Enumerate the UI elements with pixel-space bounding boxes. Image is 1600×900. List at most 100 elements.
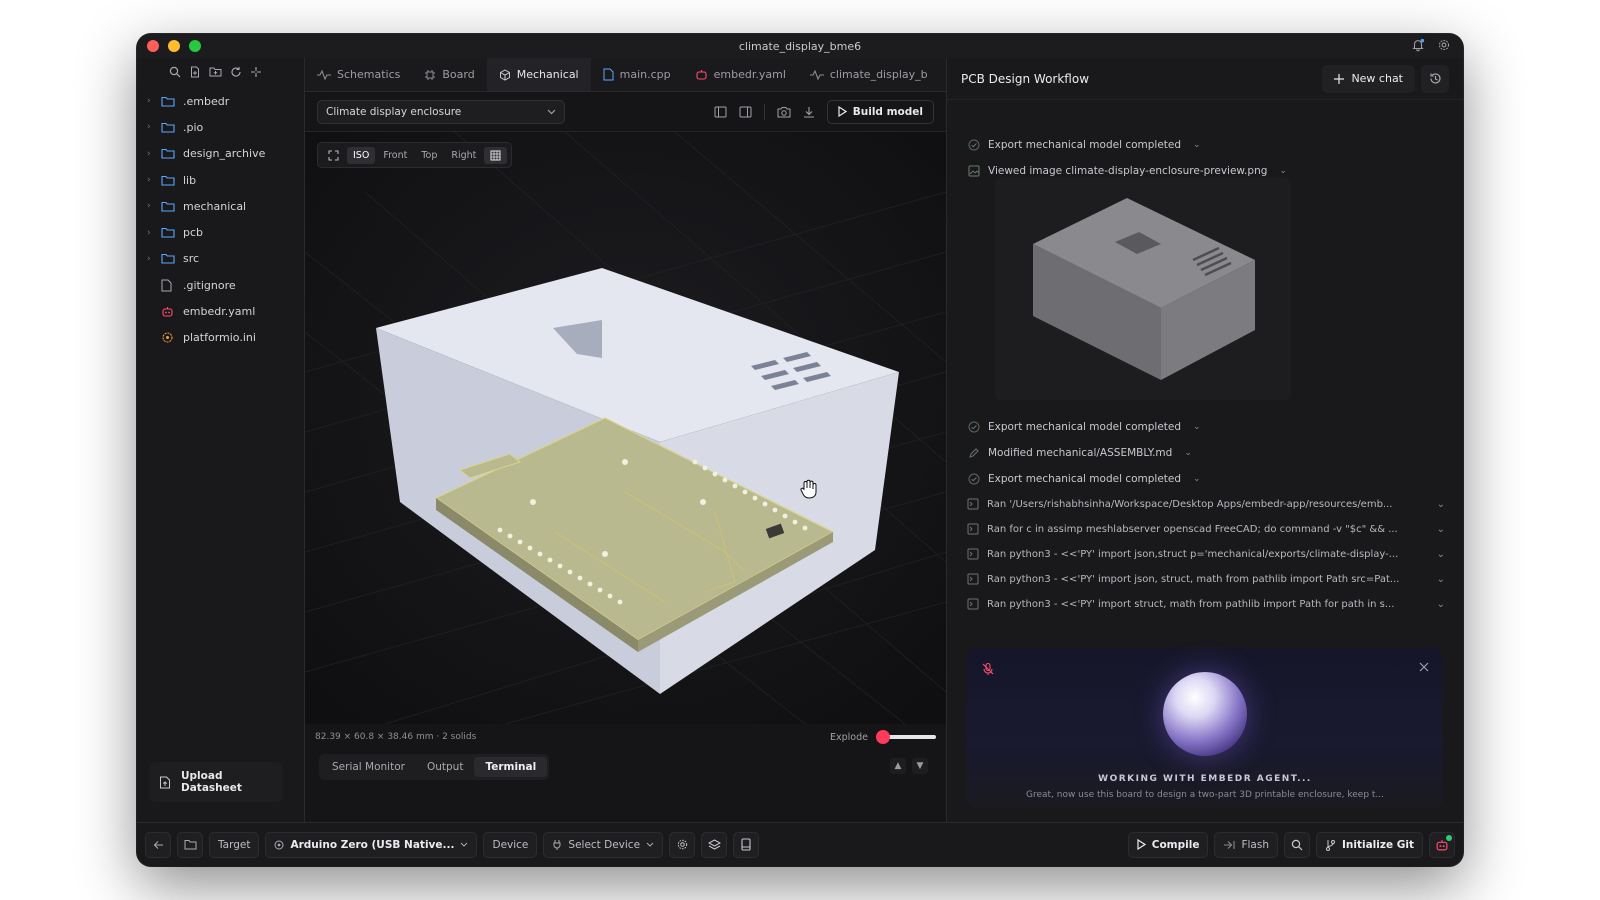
folder-lib[interactable]: › lib [137, 167, 304, 193]
history-icon[interactable] [1421, 64, 1449, 93]
tab-climate-display[interactable]: climate_display_b [798, 58, 940, 91]
tab-main-cpp[interactable]: main.cpp [591, 58, 683, 91]
device-select[interactable]: Select Device [543, 831, 664, 858]
close-window-button[interactable] [147, 40, 159, 52]
3d-viewport[interactable]: ISO Front Top Right [305, 132, 946, 724]
folder-mechanical[interactable]: › mechanical [137, 193, 304, 219]
tab-label: Schematics [337, 68, 401, 81]
activity-item[interactable]: Export mechanical model completed ⌄ [947, 138, 1201, 151]
tab-output[interactable]: Output [416, 757, 474, 777]
download-icon[interactable] [803, 106, 815, 118]
new-file-icon[interactable] [189, 66, 201, 78]
agent-orb [1163, 672, 1247, 756]
plus-icon [1334, 73, 1345, 84]
minimize-window-button[interactable] [168, 40, 180, 52]
panel-left-icon[interactable] [714, 106, 727, 118]
zoom-window-button[interactable] [189, 40, 201, 52]
refresh-icon[interactable] [230, 66, 242, 78]
close-icon[interactable] [1419, 662, 1429, 672]
embedr-robot-icon [695, 68, 708, 81]
device-tablet-icon[interactable] [733, 831, 760, 858]
chevron-up-icon[interactable]: ▲ [890, 758, 906, 774]
view-top-button[interactable]: Top [415, 147, 443, 164]
settings-gear-icon[interactable] [669, 831, 696, 858]
activity-item[interactable]: Export mechanical model completed ⌄ [947, 420, 1201, 433]
target-value: Arduino Zero (USB Native... [290, 838, 455, 851]
pencil-icon [967, 446, 980, 459]
folder-design-archive[interactable]: › design_archive [137, 141, 304, 167]
compile-button[interactable]: Compile [1127, 831, 1209, 858]
initialize-git-button[interactable]: Initialize Git [1315, 831, 1423, 858]
chevron-down-icon: ⌄ [1436, 598, 1445, 610]
back-arrow-icon[interactable] [145, 831, 171, 858]
activity-item[interactable]: Viewed image climate-display-enclosure-p… [947, 164, 1287, 177]
terminal-icon [967, 548, 979, 560]
chevron-right-icon: › [147, 175, 151, 186]
tab-label: embedr.yaml [713, 68, 786, 81]
embedr-robot-icon[interactable] [1429, 831, 1455, 858]
flash-button[interactable]: Flash [1214, 831, 1278, 858]
command-item[interactable]: Ran '/Users/rishabhsinha/Workspace/Deskt… [967, 498, 1445, 510]
file-platformio-ini[interactable]: platformio.ini [137, 325, 304, 351]
target-select[interactable]: Arduino Zero (USB Native... [265, 831, 478, 858]
activity-item[interactable]: Export mechanical model completed ⌄ [947, 472, 1201, 485]
explode-slider[interactable] [876, 730, 936, 744]
chevron-right-icon: › [147, 253, 151, 264]
file-gitignore[interactable]: .gitignore [137, 272, 304, 298]
gear-icon[interactable] [1437, 38, 1451, 52]
command-item[interactable]: Ran python3 - <<'PY' import json,struct … [967, 548, 1445, 560]
search-icon[interactable] [169, 66, 181, 78]
tree-item-label: platformio.ini [183, 331, 256, 345]
microphone-muted-icon[interactable] [981, 662, 995, 676]
folder-pcb[interactable]: › pcb [137, 219, 304, 245]
tab-serial-monitor[interactable]: Serial Monitor [321, 757, 416, 777]
upload-datasheet-button[interactable]: Upload Datasheet [149, 762, 283, 802]
panel-right-icon[interactable] [739, 106, 752, 118]
tab-schematics[interactable]: Schematics [305, 58, 412, 91]
explode-label: Explode [830, 731, 868, 743]
explode-slider-knob[interactable] [876, 730, 890, 744]
agent-status-card: WORKING WITH EMBEDR AGENT... Great, now … [967, 648, 1443, 808]
chevron-right-icon: › [147, 201, 151, 212]
camera-icon[interactable] [777, 106, 791, 118]
new-chat-button[interactable]: New chat [1322, 64, 1415, 93]
file-explorer: › .embedr › .pio › design_archive › lib › mec… [137, 58, 305, 822]
build-model-button[interactable]: Build model [826, 99, 934, 124]
layers-icon[interactable] [701, 831, 728, 858]
fullscreen-icon[interactable] [322, 147, 345, 164]
new-folder-icon[interactable] [209, 66, 222, 78]
command-item[interactable]: Ran python3 - <<'PY' import struct, math… [967, 598, 1445, 610]
enclosure-preview-image[interactable] [995, 178, 1291, 400]
chevron-right-icon: › [147, 227, 151, 238]
folder-pio[interactable]: › .pio [137, 114, 304, 140]
command-item[interactable]: Ran python3 - <<'PY' import json, struct… [967, 573, 1445, 585]
folder-embedr[interactable]: › .embedr [137, 88, 304, 114]
search-icon[interactable] [1283, 831, 1310, 858]
status-bar: Target Arduino Zero (USB Native... Devic… [137, 822, 1463, 866]
bell-icon[interactable] [1411, 38, 1425, 52]
view-front-button[interactable]: Front [377, 147, 413, 164]
chevron-down-icon [460, 842, 468, 847]
view-right-button[interactable]: Right [445, 147, 482, 164]
collapse-all-icon[interactable] [250, 66, 262, 78]
activity-text: Viewed image climate-display-enclosure-p… [988, 164, 1268, 177]
tab-board[interactable]: Board [412, 58, 486, 91]
tab-mechanical[interactable]: Mechanical [486, 58, 591, 91]
command-item[interactable]: Ran for c in assimp meshlabserver opensc… [967, 523, 1445, 535]
view-iso-button[interactable]: ISO [347, 146, 376, 164]
tab-embedr-yaml[interactable]: embedr.yaml [683, 58, 798, 91]
activity-item[interactable]: Modified mechanical/ASSEMBLY.md ⌄ [947, 446, 1192, 459]
activity-text: Export mechanical model completed [988, 138, 1182, 151]
folder-src[interactable]: › src [137, 246, 304, 272]
tree-item-label: embedr.yaml [183, 305, 256, 319]
grid-toggle-icon[interactable] [484, 146, 508, 164]
model-toolbar: Climate display enclosure Build model [305, 92, 946, 132]
model-select-value: Climate display enclosure [326, 105, 462, 118]
folder-open-icon[interactable] [177, 831, 203, 858]
chevron-down-icon[interactable]: ▼ [912, 758, 928, 774]
check-circle-icon [967, 472, 980, 485]
model-select[interactable]: Climate display enclosure [317, 99, 565, 124]
tab-terminal[interactable]: Terminal [474, 757, 548, 777]
file-embedr-yaml[interactable]: embedr.yaml [137, 298, 304, 324]
activity-text: Export mechanical model completed [988, 472, 1182, 485]
